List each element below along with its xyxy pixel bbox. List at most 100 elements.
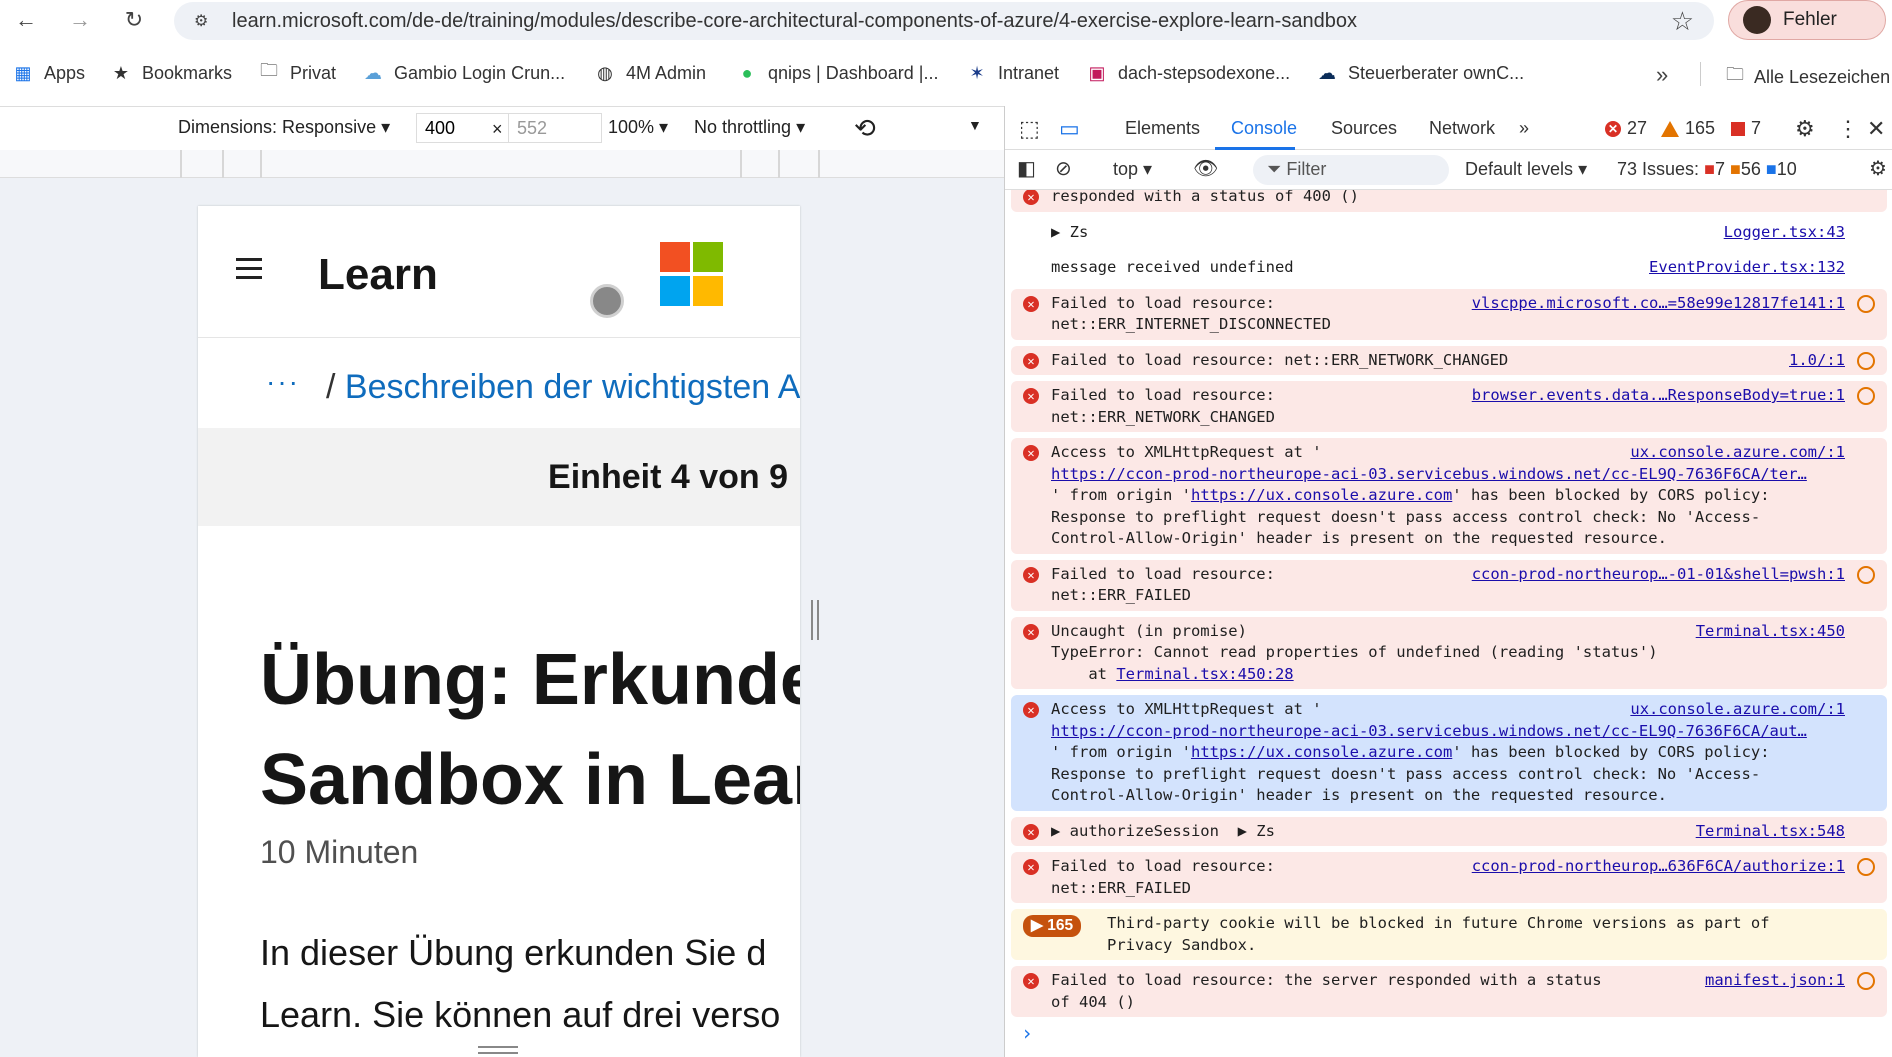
bookmark-label: Bookmarks xyxy=(142,62,233,83)
bookmark-bookmarks[interactable]: ★ Bookmarks xyxy=(110,62,232,84)
issues-label: 73 Issues: xyxy=(1617,159,1700,179)
console-error-row[interactable]: ✕ Failed to load resource: net::ERR_NETWO… xyxy=(1011,381,1887,432)
bookmarks-overflow-icon[interactable]: » xyxy=(1656,62,1668,88)
url-text[interactable]: learn.microsoft.com/de-de/training/modul… xyxy=(232,10,1357,33)
address-bar[interactable]: ⚙ learn.microsoft.com/de-de/training/mod… xyxy=(174,2,1714,40)
issues-button[interactable]: 73 Issues: ■7 ■56 ■10 xyxy=(1617,159,1797,180)
bookmark-steuerberater[interactable]: ☁ Steuerberater ownC... xyxy=(1316,62,1524,84)
bookmark-gambio[interactable]: ☁ Gambio Login Crun... xyxy=(362,62,565,84)
sidebar-toggle-icon[interactable]: ◧ xyxy=(1017,156,1036,181)
inspect-element-icon[interactable]: ⬚ xyxy=(1019,116,1040,142)
more-options-icon[interactable]: ⋮ xyxy=(1837,116,1859,142)
device-toggle-icon[interactable]: ▭ xyxy=(1059,116,1080,142)
network-request-icon[interactable] xyxy=(1857,351,1875,370)
network-request-icon[interactable] xyxy=(1857,858,1875,876)
paragraph-line: Learn. Sie können auf drei verso xyxy=(260,994,781,1035)
tab-network[interactable]: Network xyxy=(1429,118,1495,139)
console-error-row[interactable]: ✕ Uncaught (in promise) TypeError: Cannot… xyxy=(1011,616,1887,689)
console-settings-icon[interactable]: ⚙ xyxy=(1869,156,1887,181)
log-levels-select[interactable]: Default levels ▾ xyxy=(1465,159,1587,180)
source-link[interactable]: 1.0/:1 xyxy=(1789,349,1845,371)
console-error-row[interactable]: ✕ Failed to load resource: net::ERR_FAILE… xyxy=(1011,559,1887,611)
console-error-row[interactable]: ✕ Access to XMLHttpRequest at ' https://c… xyxy=(1011,438,1887,554)
throttle-select[interactable]: No throttling ▾ xyxy=(694,117,805,138)
bookmark-dach[interactable]: ▣ dach-stepsodexone... xyxy=(1086,62,1290,84)
source-link[interactable]: ux.console.azure.com/:1 xyxy=(1630,442,1845,464)
console-log-row[interactable]: ▶ Zs Logger.tsx:43 xyxy=(1011,217,1887,247)
brand-title[interactable]: Learn xyxy=(318,250,438,300)
console-log-row[interactable]: message received undefined EventProvider.… xyxy=(1011,253,1887,283)
context-label: top xyxy=(1113,159,1139,179)
bookmark-label: 4M Admin xyxy=(626,62,707,83)
close-icon[interactable]: ✕ xyxy=(1867,116,1885,142)
tab-elements[interactable]: Elements xyxy=(1125,118,1200,139)
unit-progress: Einheit 4 von 9 xyxy=(198,428,800,526)
source-link[interactable]: ccon-prod-northeurop…636F6CA/authorize:1 xyxy=(1471,856,1845,878)
device-height-input[interactable] xyxy=(508,113,602,143)
microsoft-logo[interactable] xyxy=(660,242,724,306)
height-resize-handle[interactable] xyxy=(478,1046,518,1054)
bookmark-label: Privat xyxy=(290,62,337,83)
hamburger-menu-icon[interactable] xyxy=(236,258,262,285)
all-bookmarks[interactable]: 🗀 Alle Lesezeichen xyxy=(1726,62,1890,92)
issues-count-label: 7 xyxy=(1751,118,1762,138)
source-link[interactable]: ux.console.azure.com/:1 xyxy=(1630,699,1845,721)
width-resize-handle[interactable] xyxy=(811,600,819,640)
bookmark-intranet[interactable]: ✶ Intranet xyxy=(966,62,1059,84)
console-prompt[interactable]: › xyxy=(1021,1021,1033,1045)
source-link[interactable]: manifest.json:1 xyxy=(1705,970,1845,992)
live-expression-eye-icon[interactable]: 👁 xyxy=(1193,156,1218,181)
bookmark-privat[interactable]: 🗀 Privat xyxy=(258,60,337,84)
source-link[interactable]: ccon-prod-northeurop…-01-01&shell=pwsh:1 xyxy=(1471,563,1845,585)
more-tabs-icon[interactable]: » xyxy=(1519,118,1529,139)
site-info-icon[interactable]: ⚙ xyxy=(194,11,218,31)
rotate-icon[interactable]: ⟲ xyxy=(854,113,876,144)
repeat-count-badge[interactable]: ▶ 165 xyxy=(1023,915,1082,937)
breadcrumb-link[interactable]: Beschreiben der wichtigsten A xyxy=(345,368,800,406)
source-link[interactable]: Terminal.tsx:548 xyxy=(1695,820,1845,842)
zoom-select[interactable]: 100% ▾ xyxy=(608,117,668,138)
bookmark-apps[interactable]: ▦ Apps xyxy=(12,62,85,84)
bookmark-label: dach-stepsodexone... xyxy=(1118,62,1291,83)
console-error-row[interactable]: ✕ Access to XMLHttpRequest at ' https://c… xyxy=(1011,695,1887,811)
issues-count[interactable]: 7 xyxy=(1731,118,1761,139)
source-link[interactable]: vlscppe.microsoft.co…=58e99e12817fe141:1 xyxy=(1471,292,1845,314)
source-link[interactable]: Terminal.tsx:450 xyxy=(1695,620,1845,642)
title-line: Übung: Erkunde xyxy=(260,640,800,720)
reload-icon[interactable]: ↻ xyxy=(120,6,148,34)
source-link[interactable]: Logger.tsx:43 xyxy=(1723,221,1845,243)
warning-icon xyxy=(1661,120,1679,137)
source-link[interactable]: browser.events.data.…ResponseBody=true:1 xyxy=(1471,385,1845,407)
error-count[interactable]: ✕ 27 xyxy=(1605,118,1647,139)
console-error-row[interactable]: ✕ Failed to load resource: the server res… xyxy=(1011,966,1887,1017)
settings-gear-icon[interactable]: ⚙ xyxy=(1795,116,1815,142)
network-request-icon[interactable] xyxy=(1857,972,1875,990)
context-select[interactable]: top ▾ xyxy=(1113,159,1152,180)
source-link[interactable]: EventProvider.tsx:132 xyxy=(1649,257,1845,279)
profile-button[interactable]: Fehler xyxy=(1728,0,1886,40)
clear-console-icon[interactable]: ⊘ xyxy=(1055,156,1072,181)
bookmark-4m-admin[interactable]: ◍ 4M Admin xyxy=(594,62,706,84)
warning-count[interactable]: 165 xyxy=(1661,118,1715,139)
breadcrumb-overflow[interactable]: ··· xyxy=(266,366,300,398)
console-error-row[interactable]: ✕ Failed to load resource: net::ERR_INTER… xyxy=(1011,288,1887,340)
console-filter-input[interactable]: ⏷ Filter xyxy=(1253,155,1449,185)
tab-sources[interactable]: Sources xyxy=(1331,118,1397,139)
console-error-row[interactable]: ✕ responded with a status of 400 () xyxy=(1011,190,1887,212)
error-icon: ✕ xyxy=(1605,120,1621,137)
folder-icon: 🗀 xyxy=(260,60,278,80)
tab-console[interactable]: Console xyxy=(1231,118,1297,139)
network-request-icon[interactable] xyxy=(1857,565,1875,584)
dimensions-select[interactable]: Dimensions: Responsive ▾ xyxy=(178,117,390,138)
console-error-row[interactable]: ✕ ▶ authorizeSession ▶ Zs Terminal.tsx:548 xyxy=(1011,816,1887,846)
network-request-icon[interactable] xyxy=(1857,294,1875,313)
console-error-row[interactable]: ✕ Failed to load resource: net::ERR_NETWO… xyxy=(1011,345,1887,375)
bookmark-star-icon[interactable]: ☆ xyxy=(1671,6,1694,37)
device-options-icon[interactable]: ▼ xyxy=(968,117,982,133)
console-warning-row[interactable]: ▶ 165 Third-party cookie will be blocked … xyxy=(1011,909,1887,960)
forward-icon[interactable]: → xyxy=(66,6,94,34)
network-request-icon[interactable] xyxy=(1857,387,1875,405)
console-error-row[interactable]: ✕ Failed to load resource: net::ERR_FAILE… xyxy=(1011,852,1887,903)
back-icon[interactable]: ← xyxy=(12,6,40,34)
bookmark-qnips[interactable]: ● qnips | Dashboard |... xyxy=(736,62,939,84)
